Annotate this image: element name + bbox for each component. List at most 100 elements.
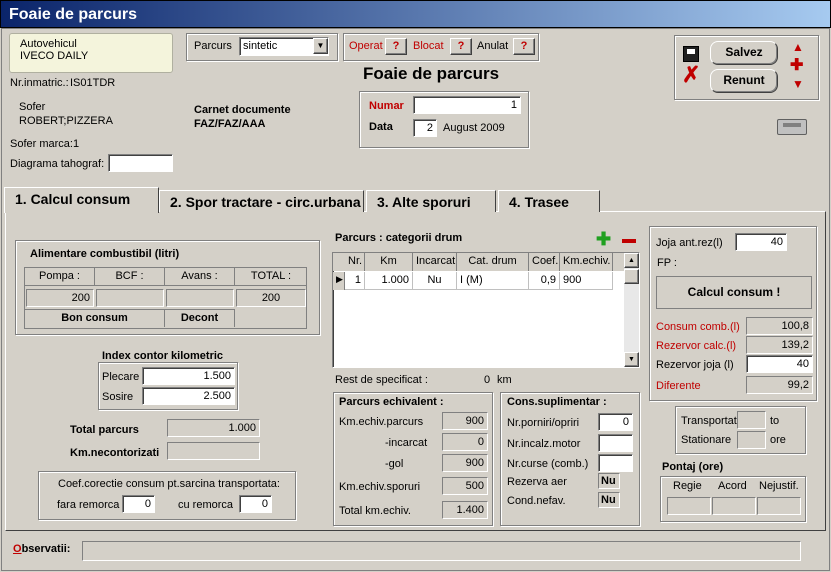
cond-nefav-field[interactable]: Nu: [598, 492, 620, 508]
sosire-field[interactable]: 2.500: [142, 387, 235, 405]
rezerva-aer-label: Rezerva aer: [507, 476, 567, 488]
km-echiv-parcurs-field: 900: [442, 412, 488, 430]
pontaj-header-regie: Regie: [673, 480, 702, 492]
decont-label[interactable]: Decont: [165, 309, 235, 327]
curse-field[interactable]: [598, 454, 633, 472]
scroll-down-icon[interactable]: ▼: [624, 352, 639, 367]
window-title: Foaie de parcurs: [0, 0, 831, 28]
add-row-icon[interactable]: ✚: [596, 229, 611, 250]
scroll-thumb[interactable]: [624, 269, 639, 284]
alim-bcf-field[interactable]: [96, 289, 164, 307]
total-km-echiv-label: Total km.echiv.: [339, 505, 411, 517]
plus-icon[interactable]: ✚: [790, 55, 803, 75]
stationare-unit: ore: [770, 434, 786, 446]
pontaj-acord-field[interactable]: [712, 497, 756, 515]
consum-comb-field: 100,8: [746, 317, 813, 335]
cons-title: Cons.suplimentar :: [507, 396, 607, 408]
cat-header-coef: Coef.: [529, 253, 560, 271]
cat-row-km-echiv[interactable]: 900: [560, 272, 613, 290]
vehicle-name: IVECO DAILY: [20, 50, 89, 62]
cat-row-coef[interactable]: 0,9: [529, 272, 560, 290]
alim-header-total: TOTAL :: [235, 268, 307, 286]
pontaj-nejustif-field[interactable]: [757, 497, 801, 515]
arrow-down-icon[interactable]: ▼: [792, 77, 804, 91]
km-necontorizati-label: Km.necontorizati: [70, 447, 160, 459]
plecare-field[interactable]: 1.500: [142, 367, 235, 385]
observatii-field[interactable]: [82, 541, 801, 561]
printer-icon[interactable]: [777, 119, 807, 135]
alim-avans-field[interactable]: [166, 289, 234, 307]
cat-header-cat-drum: Cat. drum: [457, 253, 529, 271]
porniri-label: Nr.porniri/opriri: [507, 417, 580, 429]
rest-label: Rest de specificat :: [335, 374, 428, 386]
arrow-up-icon[interactable]: ▲: [792, 40, 804, 54]
alimentare-grid: Pompa : BCF : Avans : TOTAL : 200 200 Bo…: [24, 267, 307, 329]
pontaj-title: Pontaj (ore): [662, 461, 724, 473]
porniri-field[interactable]: 0: [598, 413, 633, 431]
operat-button[interactable]: ?: [385, 38, 407, 55]
tab-trasee[interactable]: 4. Trasee: [498, 190, 600, 212]
joja-label: Joja ant.rez(l): [656, 237, 723, 249]
data-day-field[interactable]: 2: [413, 119, 437, 137]
stationare-field[interactable]: [737, 431, 766, 449]
rezervor-calc-label: Rezervor calc.(l): [656, 340, 737, 352]
save-button[interactable]: Salvez: [710, 41, 778, 65]
pontaj-regie-field[interactable]: [667, 497, 711, 515]
categorii-grid[interactable]: Nr. Km Incarcat Cat. drum Coef. Km.echiv…: [332, 252, 640, 368]
observatii-label: Observatii:: [13, 543, 71, 555]
rezervor-joja-label: Rezervor joja (l): [656, 359, 734, 371]
remove-row-icon[interactable]: [622, 239, 636, 243]
incalz-label: Nr.incalz.motor: [507, 438, 581, 450]
tab-spor-tractare[interactable]: 2. Spor tractare - circ.urbana: [159, 190, 364, 212]
fp-label: FP :: [657, 257, 677, 269]
cancel-x-icon: ✗: [682, 62, 701, 87]
tahograf-field[interactable]: [108, 154, 173, 172]
nr-inmatric-value: IS01TDR: [70, 77, 116, 89]
anulat-button[interactable]: ?: [513, 38, 535, 55]
numar-field[interactable]: 1: [413, 96, 521, 114]
cat-row-cat-drum[interactable]: I (M): [457, 272, 529, 290]
consum-comb-label: Consum comb.(l): [656, 321, 740, 333]
alim-pompa-field[interactable]: 200: [26, 289, 94, 307]
transportat-field[interactable]: [737, 411, 766, 429]
cat-row-nr[interactable]: 1: [345, 272, 365, 290]
incalz-field[interactable]: [598, 434, 633, 452]
alim-header-bcf: BCF :: [95, 268, 165, 286]
sosire-label: Sosire: [102, 391, 134, 403]
rezervor-joja-field[interactable]: 40: [746, 355, 813, 373]
tahograf-label: Diagrama tahograf:: [10, 158, 105, 170]
vehicle-box[interactable]: Autovehicul IVECO DAILY: [9, 33, 173, 73]
incarcat-field: 0: [442, 433, 488, 451]
cancel-button[interactable]: Renunt: [710, 69, 778, 93]
transportat-unit: to: [770, 415, 780, 427]
rest-value: 0: [484, 374, 491, 386]
curse-label: Nr.curse (comb.): [507, 458, 589, 470]
data-month: August 2009: [443, 122, 505, 134]
categorii-title: Parcurs : categorii drum: [335, 232, 463, 244]
total-parcurs-label: Total parcurs: [70, 424, 139, 436]
blocat-button[interactable]: ?: [450, 38, 472, 55]
chevron-down-icon[interactable]: ▼: [313, 38, 328, 54]
cat-header-nr: Nr.: [345, 253, 365, 271]
gol-label: -gol: [385, 458, 404, 470]
tab-calcul-consum[interactable]: 1. Calcul consum: [4, 187, 159, 213]
tab-alte-sporuri[interactable]: 3. Alte sporuri: [366, 190, 496, 212]
rezerva-aer-field[interactable]: Nu: [598, 473, 620, 489]
cu-remorca-field[interactable]: 0: [239, 495, 272, 513]
parcurs-label: Parcurs: [194, 40, 232, 52]
cat-row-incarcat[interactable]: Nu: [413, 272, 457, 290]
fara-remorca-field[interactable]: 0: [122, 495, 155, 513]
parcurs-select[interactable]: sintetic ▼: [239, 37, 329, 56]
grid-scrollbar[interactable]: ▲ ▼: [624, 253, 639, 367]
calcul-consum-button[interactable]: Calcul consum !: [656, 276, 812, 309]
cat-row-km[interactable]: 1.000: [365, 272, 413, 290]
row-pointer-icon: ▶: [333, 272, 345, 290]
observatii-label-text: bservatii:: [21, 543, 71, 555]
joja-field[interactable]: 40: [735, 233, 787, 251]
bon-consum-label[interactable]: Bon consum: [25, 309, 165, 327]
data-label: Data: [369, 121, 393, 133]
form-title: Foaie de parcurs: [363, 64, 500, 83]
km-necontorizati-field[interactable]: [167, 442, 260, 460]
km-echiv-sporuri-label: Km.echiv.sporuri: [339, 481, 421, 493]
scroll-up-icon[interactable]: ▲: [624, 253, 639, 268]
